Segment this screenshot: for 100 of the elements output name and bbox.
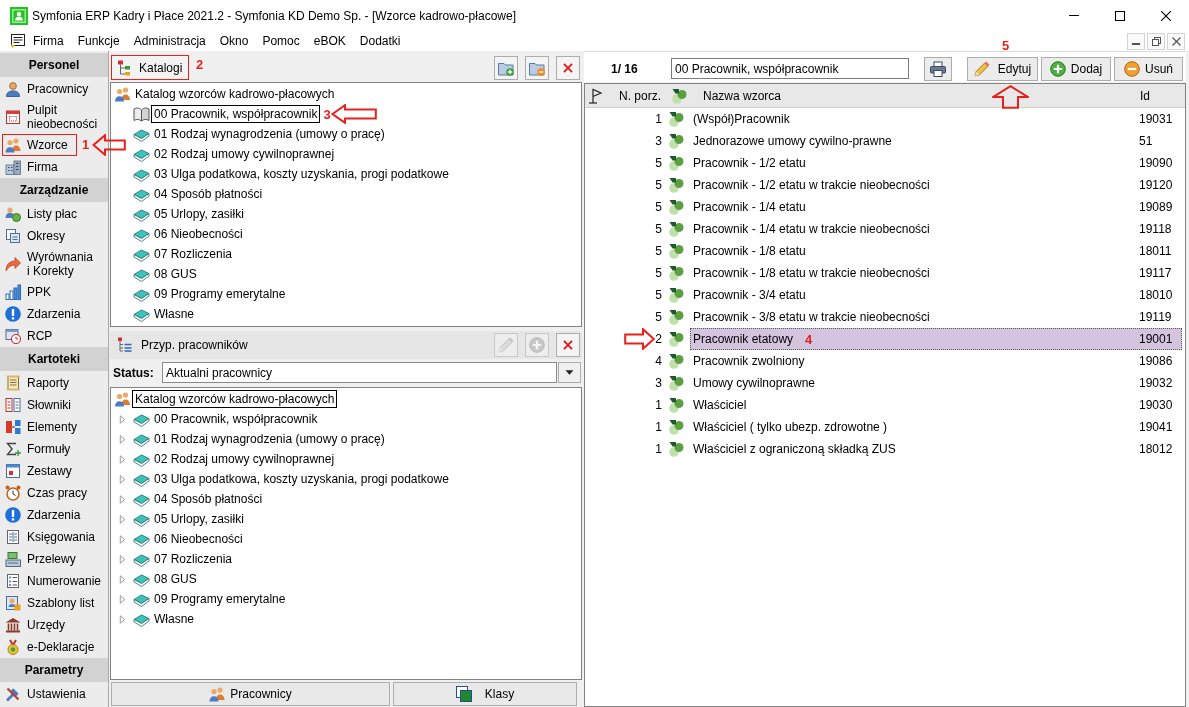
tree-item[interactable]: 02 Rodzaj umowy cywilnoprawnej xyxy=(151,145,338,163)
book-icon xyxy=(133,431,150,447)
table-cell[interactable]: Pracownik - 3/4 etatu xyxy=(693,288,806,302)
sidebar-item[interactable]: Czas pracy xyxy=(0,482,108,504)
dropdown-button[interactable] xyxy=(558,362,581,383)
sidebar-item[interactable]: Zdarzenia xyxy=(0,303,108,325)
table-cell[interactable]: Pracownik - 3/8 etatu w trakcie nieobecności xyxy=(693,310,930,324)
sidebar-item[interactable]: Słowniki xyxy=(0,394,108,416)
tree-item[interactable]: 06 Nieobecności xyxy=(151,225,246,243)
tree-item[interactable]: 04 Sposób płatności xyxy=(151,490,266,508)
column-header[interactable]: Nazwa wzorca xyxy=(690,88,782,103)
delete-button[interactable] xyxy=(556,333,580,357)
sidebar-item[interactable]: Urzędy xyxy=(0,614,108,636)
pencil-icon xyxy=(498,337,514,353)
table-cell[interactable]: (Współ)Pracownik xyxy=(693,112,790,126)
tools-icon xyxy=(5,686,21,702)
tree-item[interactable]: 07 Rozliczenia xyxy=(151,550,236,568)
close-button[interactable] xyxy=(1167,32,1185,50)
menu-item[interactable]: Administracja xyxy=(126,34,213,48)
sidebar-item[interactable]: Listy płac xyxy=(0,203,108,225)
sidebar-item[interactable]: Pulpit nieobecności xyxy=(0,100,108,134)
status-field[interactable]: Aktualni pracownicy xyxy=(162,362,557,383)
classes-button[interactable]: Klasy xyxy=(393,682,577,706)
sidebar-item[interactable]: Zestawy xyxy=(0,460,108,482)
sidebar-item[interactable]: Firma xyxy=(0,156,108,178)
table-cell[interactable]: Pracownik - 1/4 etatu xyxy=(693,200,806,214)
minimize-button[interactable] xyxy=(1127,32,1145,50)
tree-item[interactable]: 00 Pracownik, współpracownik xyxy=(151,410,321,428)
tree-item[interactable]: Własne xyxy=(151,305,197,323)
tree-item[interactable]: 02 Rodzaj umowy cywilnoprawnej xyxy=(151,450,338,468)
print-button[interactable] xyxy=(924,56,952,81)
table-cell[interactable]: Pracownik - 1/4 etatu w trakcie nieobecności xyxy=(693,222,930,236)
menu-item[interactable]: Pomoc xyxy=(255,34,307,48)
sidebar-item[interactable]: Księgowania xyxy=(0,526,108,548)
bar-chart-icon xyxy=(5,284,21,300)
table-cell[interactable]: Umowy cywilnoprawne xyxy=(693,376,816,390)
sidebar-item[interactable]: Elementy xyxy=(0,416,108,438)
tree-item[interactable]: 07 Rozliczenia xyxy=(151,245,236,263)
table-cell[interactable]: Właściciel z ograniczoną składką ZUS xyxy=(693,442,896,456)
remove-folder-button[interactable] xyxy=(525,55,549,80)
table-cell[interactable]: Pracownik zwolniony xyxy=(693,354,805,368)
delete-button[interactable] xyxy=(556,55,580,80)
tree-item[interactable]: 06 Nieobecności xyxy=(151,530,246,548)
sidebar-item[interactable]: Okresy xyxy=(0,225,108,247)
tree-item[interactable]: Własne xyxy=(151,610,197,628)
tree-item[interactable]: Katalog wzorców kadrowo-płacowych xyxy=(132,85,338,103)
column-header[interactable]: N. porz. xyxy=(608,88,661,103)
employees-button[interactable]: Pracownicy xyxy=(111,682,390,706)
tree-item[interactable]: 08 GUS xyxy=(151,265,200,283)
exclamation-icon xyxy=(5,507,21,523)
edit-button[interactable]: Edytuj xyxy=(967,56,1038,81)
table-cell[interactable]: Pracownik - 1/8 etatu w trakcie nieobecności xyxy=(693,266,930,280)
maximize-icon xyxy=(1115,10,1125,21)
menu-item[interactable]: Firma xyxy=(26,34,71,48)
table-cell[interactable]: Właściciel xyxy=(693,398,747,412)
sidebar-item[interactable]: Wyrównania i Korekty xyxy=(0,247,108,281)
table-cell: 2 xyxy=(655,332,662,346)
sidebar-item[interactable]: RCP xyxy=(0,325,108,347)
menu-item[interactable]: Funkcje xyxy=(70,34,127,48)
sidebar-item[interactable]: Formuły xyxy=(0,438,108,460)
tree-item[interactable]: 01 Rodzaj wynagrodzenia (umowy o pracę) xyxy=(151,430,388,448)
new-folder-button[interactable] xyxy=(494,55,518,80)
sidebar-item[interactable]: Szablony list xyxy=(0,592,108,614)
tree-item[interactable]: 01 Rodzaj wynagrodzenia (umowy o pracę) xyxy=(151,125,388,143)
table-cell[interactable]: Jednorazowe umowy cywilno-prawne xyxy=(693,134,892,148)
table-cell[interactable]: Pracownik etatowy xyxy=(693,332,794,346)
tree-item[interactable]: Katalog wzorców kadrowo-płacowych xyxy=(132,390,338,408)
column-header[interactable]: Id xyxy=(1137,88,1150,103)
tree-item[interactable]: 09 Programy emerytalne xyxy=(151,590,289,608)
tree-item[interactable]: 05 Urlopy, zasiłki xyxy=(151,510,247,528)
tree-item[interactable]: 04 Sposób płatności xyxy=(151,185,266,203)
tree-item[interactable]: 00 Pracownik, współpracownik xyxy=(151,105,321,123)
sidebar-item[interactable]: Pracownicy xyxy=(0,78,108,100)
table-cell[interactable]: Pracownik - 1/2 etatu xyxy=(693,156,806,170)
tree-item[interactable]: 03 Ulga podatkowa, koszty uzyskania, progi podatkowe xyxy=(151,165,452,183)
sidebar-item[interactable]: Numerowanie xyxy=(0,570,108,592)
tree-item[interactable]: 09 Programy emerytalne xyxy=(151,285,289,303)
sidebar-item[interactable]: e-Deklaracje xyxy=(0,636,108,658)
restore-button[interactable] xyxy=(1147,32,1165,50)
tree-item[interactable]: 08 GUS xyxy=(151,570,200,588)
table-cell: 3 xyxy=(655,376,662,390)
table-cell[interactable]: Pracownik - 1/8 etatu xyxy=(693,244,806,258)
sidebar-item[interactable]: Raporty xyxy=(0,372,108,394)
sidebar-item[interactable]: PPK xyxy=(0,281,108,303)
person-card-icon xyxy=(5,595,21,611)
sidebar-item[interactable]: Wzorce xyxy=(3,135,76,155)
delete-button[interactable]: Usuń xyxy=(1114,56,1183,81)
sidebar-item[interactable]: Ustawienia xyxy=(0,683,108,705)
catalog-field[interactable]: 00 Pracownik, współpracownik xyxy=(671,58,909,79)
table-cell[interactable]: Właściciel ( tylko ubezp. zdrowotne ) xyxy=(693,420,888,434)
menu-item[interactable]: Okno xyxy=(212,34,256,48)
sidebar-item[interactable]: Przelewy xyxy=(0,548,108,570)
tree-item[interactable]: 03 Ulga podatkowa, koszty uzyskania, progi podatkowe xyxy=(151,470,452,488)
people-icon xyxy=(114,391,131,407)
menu-item[interactable]: eBOK xyxy=(306,34,353,48)
menu-item[interactable]: Dodatki xyxy=(352,34,408,48)
tree-item[interactable]: 05 Urlopy, zasiłki xyxy=(151,205,247,223)
sidebar-item[interactable]: Zdarzenia xyxy=(0,504,108,526)
table-cell[interactable]: Pracownik - 1/2 etatu w trakcie nieobecności xyxy=(693,178,930,192)
add-button[interactable]: Dodaj xyxy=(1041,56,1111,81)
